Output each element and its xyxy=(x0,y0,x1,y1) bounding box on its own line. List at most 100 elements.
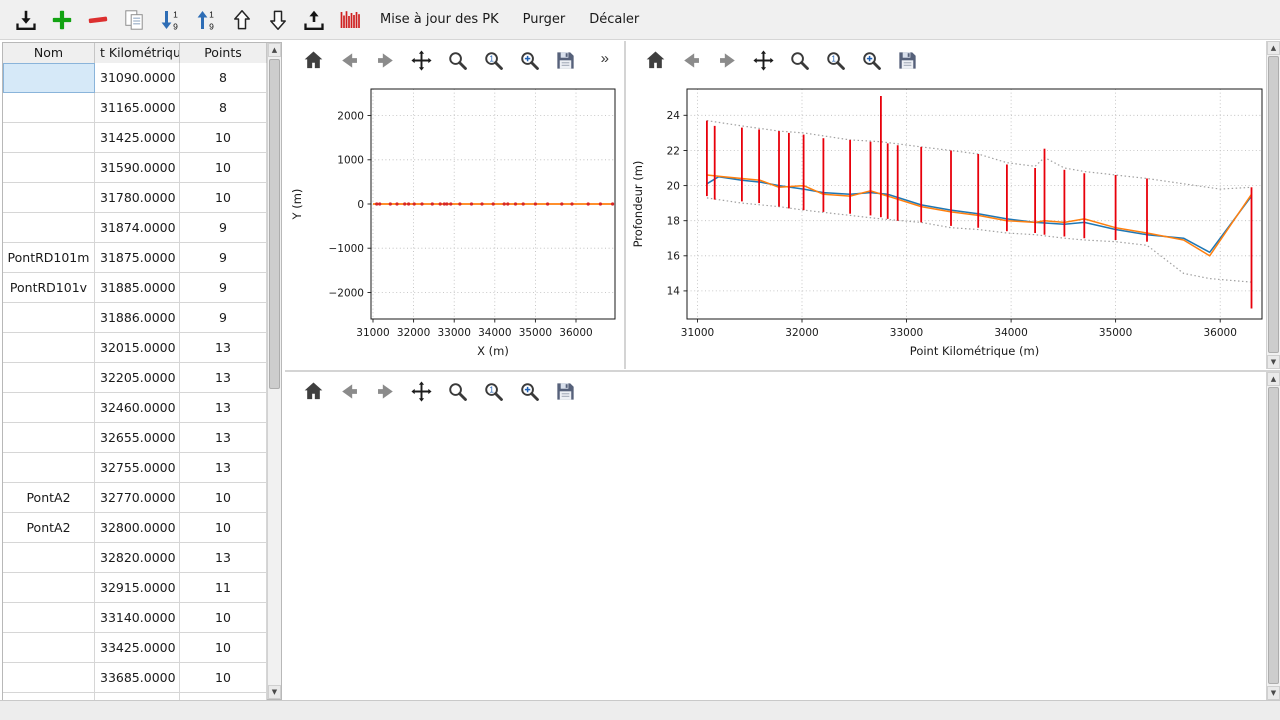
points-cell[interactable]: 10 xyxy=(180,183,267,213)
nom-cell[interactable] xyxy=(3,663,95,693)
points-cell[interactable]: 13 xyxy=(180,543,267,573)
nom-cell[interactable]: PontRD101m xyxy=(3,243,95,273)
points-cell[interactable]: 13 xyxy=(180,453,267,483)
column-header-points[interactable]: Points xyxy=(180,43,267,63)
pk-cell[interactable]: 33140.0000 xyxy=(95,603,180,633)
forward-button[interactable] xyxy=(371,46,399,74)
zoom-button[interactable] xyxy=(443,377,471,405)
save-button[interactable] xyxy=(893,46,921,74)
nom-cell[interactable] xyxy=(3,603,95,633)
column-header-pk[interactable]: t Kilométrique xyxy=(95,43,180,63)
pk-cell[interactable]: 31590.0000 xyxy=(95,153,180,183)
table-row[interactable]: 32460.000013 xyxy=(3,393,267,423)
pk-cell[interactable] xyxy=(95,693,180,700)
points-cell[interactable]: 10 xyxy=(180,663,267,693)
zoom-one-button[interactable]: 1 xyxy=(479,46,507,74)
points-cell[interactable]: 9 xyxy=(180,213,267,243)
nom-cell[interactable] xyxy=(3,123,95,153)
table-row[interactable]: 33140.000010 xyxy=(3,603,267,633)
nom-cell[interactable] xyxy=(3,303,95,333)
points-cell[interactable]: 10 xyxy=(180,633,267,663)
purge-button[interactable]: Purger xyxy=(513,4,576,36)
table-row[interactable]: 32205.000013 xyxy=(3,363,267,393)
scroll-down-button[interactable]: ▼ xyxy=(1267,355,1280,369)
table-row[interactable]: 33685.000010 xyxy=(3,663,267,693)
nom-cell[interactable]: PontA2 xyxy=(3,483,95,513)
nom-cell[interactable] xyxy=(3,213,95,243)
nom-cell[interactable] xyxy=(3,453,95,483)
nom-cell[interactable]: PontRD101v xyxy=(3,273,95,303)
points-cell[interactable]: 10 xyxy=(180,123,267,153)
nom-cell[interactable] xyxy=(3,393,95,423)
pk-cell[interactable]: 31780.0000 xyxy=(95,183,180,213)
pk-cell[interactable]: 33425.0000 xyxy=(95,633,180,663)
move-up-button[interactable] xyxy=(226,4,258,36)
points-cell[interactable]: 9 xyxy=(180,303,267,333)
pk-cell[interactable]: 32800.0000 xyxy=(95,513,180,543)
pk-cell[interactable]: 31090.0000 xyxy=(95,63,180,93)
pk-cell[interactable]: 31165.0000 xyxy=(95,93,180,123)
table-row[interactable]: 32820.000013 xyxy=(3,543,267,573)
points-cell[interactable]: 13 xyxy=(180,363,267,393)
scroll-up-button[interactable]: ▲ xyxy=(1267,41,1280,55)
pk-cell[interactable]: 32915.0000 xyxy=(95,573,180,603)
pk-cell[interactable]: 31875.0000 xyxy=(95,243,180,273)
scroll-up-button[interactable]: ▲ xyxy=(268,43,281,57)
table-row[interactable]: PontA232770.000010 xyxy=(3,483,267,513)
zoom-plus-button[interactable] xyxy=(515,377,543,405)
home-button[interactable] xyxy=(299,377,327,405)
scroll-down-button[interactable]: ▼ xyxy=(1267,686,1280,700)
pk-cell[interactable]: 32770.0000 xyxy=(95,483,180,513)
pk-cell[interactable]: 32015.0000 xyxy=(95,333,180,363)
nom-cell[interactable] xyxy=(3,63,95,93)
back-button[interactable] xyxy=(335,377,363,405)
save-button[interactable] xyxy=(551,377,579,405)
points-cell[interactable]: 8 xyxy=(180,93,267,123)
table-row[interactable]: 31425.000010 xyxy=(3,123,267,153)
table-row[interactable]: 32915.000011 xyxy=(3,573,267,603)
pk-cell[interactable]: 32820.0000 xyxy=(95,543,180,573)
sort-ascending-button[interactable]: 19 xyxy=(190,4,222,36)
table-row[interactable]: 32655.000013 xyxy=(3,423,267,453)
points-cell[interactable]: 10 xyxy=(180,483,267,513)
add-row-button[interactable] xyxy=(46,4,78,36)
pk-cell[interactable]: 32205.0000 xyxy=(95,363,180,393)
pk-cell[interactable]: 31425.0000 xyxy=(95,123,180,153)
home-button[interactable] xyxy=(299,46,327,74)
pk-cell[interactable]: 33685.0000 xyxy=(95,663,180,693)
remove-row-button[interactable] xyxy=(82,4,114,36)
nom-cell[interactable] xyxy=(3,183,95,213)
scroll-thumb[interactable] xyxy=(1268,387,1279,684)
nom-cell[interactable] xyxy=(3,543,95,573)
table-row[interactable]: 32755.000013 xyxy=(3,453,267,483)
zoom-button[interactable] xyxy=(443,46,471,74)
table-row[interactable]: 33425.000010 xyxy=(3,633,267,663)
points-cell[interactable]: 10 xyxy=(180,603,267,633)
scroll-thumb[interactable] xyxy=(269,59,280,389)
nom-cell[interactable] xyxy=(3,693,95,700)
table-row[interactable]: 31886.00009 xyxy=(3,303,267,333)
sort-descending-button[interactable]: 19 xyxy=(154,4,186,36)
pan-button[interactable] xyxy=(407,377,435,405)
points-cell[interactable]: 13 xyxy=(180,423,267,453)
points-cell[interactable]: 9 xyxy=(180,243,267,273)
import-button[interactable] xyxy=(10,4,42,36)
scroll-up-button[interactable]: ▲ xyxy=(1267,372,1280,386)
table-scrollbar[interactable]: ▲ ▼ xyxy=(267,43,281,699)
table-row[interactable] xyxy=(3,693,267,700)
points-cell[interactable] xyxy=(180,693,267,700)
bottom-scrollbar[interactable]: ▲ ▼ xyxy=(1266,372,1280,700)
plots-scrollbar[interactable]: ▲ ▼ xyxy=(1266,41,1280,369)
pk-cell[interactable]: 32755.0000 xyxy=(95,453,180,483)
table-row[interactable]: 32015.000013 xyxy=(3,333,267,363)
nom-cell[interactable] xyxy=(3,423,95,453)
back-button[interactable] xyxy=(677,46,705,74)
pk-cell[interactable]: 31874.0000 xyxy=(95,213,180,243)
table-row[interactable]: PontRD101m31875.00009 xyxy=(3,243,267,273)
forward-button[interactable] xyxy=(713,46,741,74)
zoom-button[interactable] xyxy=(785,46,813,74)
pan-button[interactable] xyxy=(407,46,435,74)
points-cell[interactable]: 9 xyxy=(180,273,267,303)
points-cell[interactable]: 10 xyxy=(180,513,267,543)
update-pk-button[interactable]: Mise à jour des PK xyxy=(370,4,509,36)
